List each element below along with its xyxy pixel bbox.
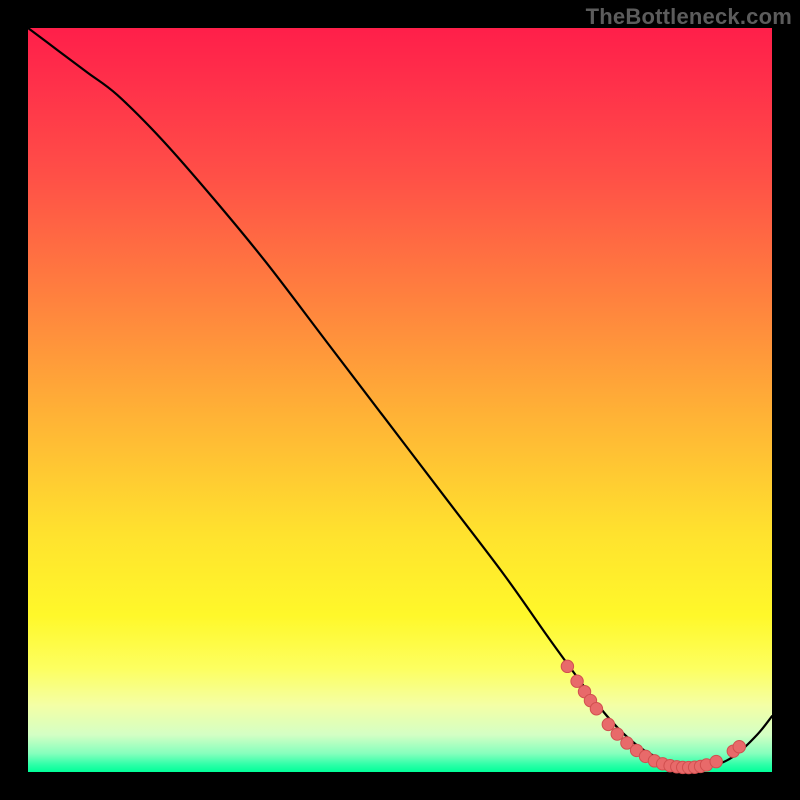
plot-area [28,28,772,772]
curve-marker [710,755,722,767]
bottleneck-curve [28,28,772,768]
chart-frame: TheBottleneck.com [0,0,800,800]
chart-svg [28,28,772,772]
curve-marker [611,728,623,740]
curve-marker [590,703,602,715]
curve-markers [561,660,745,774]
curve-marker [733,741,745,753]
curve-marker [571,675,583,687]
watermark-text: TheBottleneck.com [586,4,792,30]
curve-marker [561,660,573,672]
curve-marker [602,718,614,730]
